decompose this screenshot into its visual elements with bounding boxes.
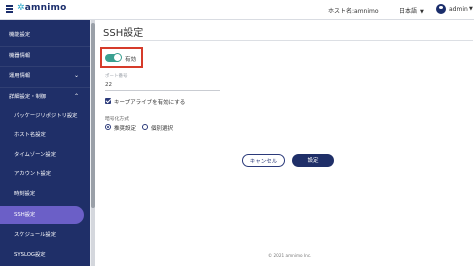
- radio-individual-label: 個別選択: [151, 126, 174, 132]
- chevron-down-icon[interactable]: ▼: [469, 6, 473, 12]
- main-panel: [95, 20, 474, 266]
- port-field-label: ポート番号: [105, 74, 128, 79]
- sidebar-item-package-repository[interactable]: パッケージリポジトリ設定: [0, 107, 90, 125]
- sidebar: 機能設定 機器情報 運用情報 ⌄ 詳細設定・制御 ⌃ パッケージリポジトリ設定 ホス…: [0, 20, 90, 266]
- radio-recommended-label: 推奨設定: [114, 126, 137, 132]
- divider: [101, 40, 473, 41]
- language-select[interactable]: 日本語 ▼: [399, 6, 424, 15]
- encryption-label: 暗号化方式: [105, 117, 129, 122]
- sidebar-item-account[interactable]: アカウント設定: [0, 165, 90, 183]
- sidebar-item-operation-info[interactable]: 運用情報 ⌄: [0, 67, 90, 85]
- host-name-label: ホスト名:amnimo: [328, 8, 379, 15]
- cancel-button[interactable]: キャンセル: [242, 154, 285, 167]
- brand-logo: ✲amnimo: [17, 3, 67, 13]
- top-header: ✲amnimo ホスト名:amnimo 日本語 ▼ admin ▼: [0, 0, 474, 20]
- sidebar-item-function-settings[interactable]: 機能設定: [0, 26, 90, 44]
- toggle-label: 有効: [125, 57, 137, 63]
- page-title: SSH設定: [103, 28, 144, 39]
- copyright-text: © 2021 amnimo Inc.: [268, 253, 312, 258]
- sidebar-item-hostname[interactable]: ホスト名設定: [0, 126, 90, 144]
- sidebar-item-timezone[interactable]: タイムゾーン設定: [0, 146, 90, 164]
- chevron-up-icon: ⌃: [74, 93, 80, 100]
- radio-recommended[interactable]: [105, 124, 111, 130]
- sidebar-item-syslog[interactable]: SYSLOG設定: [0, 246, 90, 264]
- sidebar-item-schedule[interactable]: スケジュール設定: [0, 226, 90, 244]
- sidebar-item-device-info[interactable]: 機器情報: [0, 47, 90, 65]
- sidebar-item-time[interactable]: 時刻設定: [0, 185, 90, 203]
- port-input[interactable]: [105, 80, 220, 91]
- toggle-knob[interactable]: [113, 53, 122, 62]
- sidebar-item-advanced-settings[interactable]: 詳細設定・制御 ⌃: [0, 88, 90, 106]
- radio-individual[interactable]: [142, 124, 148, 130]
- user-avatar-icon[interactable]: [436, 4, 446, 14]
- hamburger-menu-icon[interactable]: [6, 5, 13, 13]
- user-name[interactable]: admin: [449, 6, 468, 13]
- chevron-down-icon: ⌄: [74, 72, 80, 79]
- chevron-down-icon: ▼: [420, 9, 424, 15]
- sidebar-item-ssh[interactable]: SSH設定: [0, 206, 84, 224]
- keepalive-checkbox[interactable]: [105, 98, 111, 104]
- keepalive-label: キープアライブを有効にする: [114, 100, 186, 106]
- submit-button[interactable]: 設定: [292, 154, 334, 167]
